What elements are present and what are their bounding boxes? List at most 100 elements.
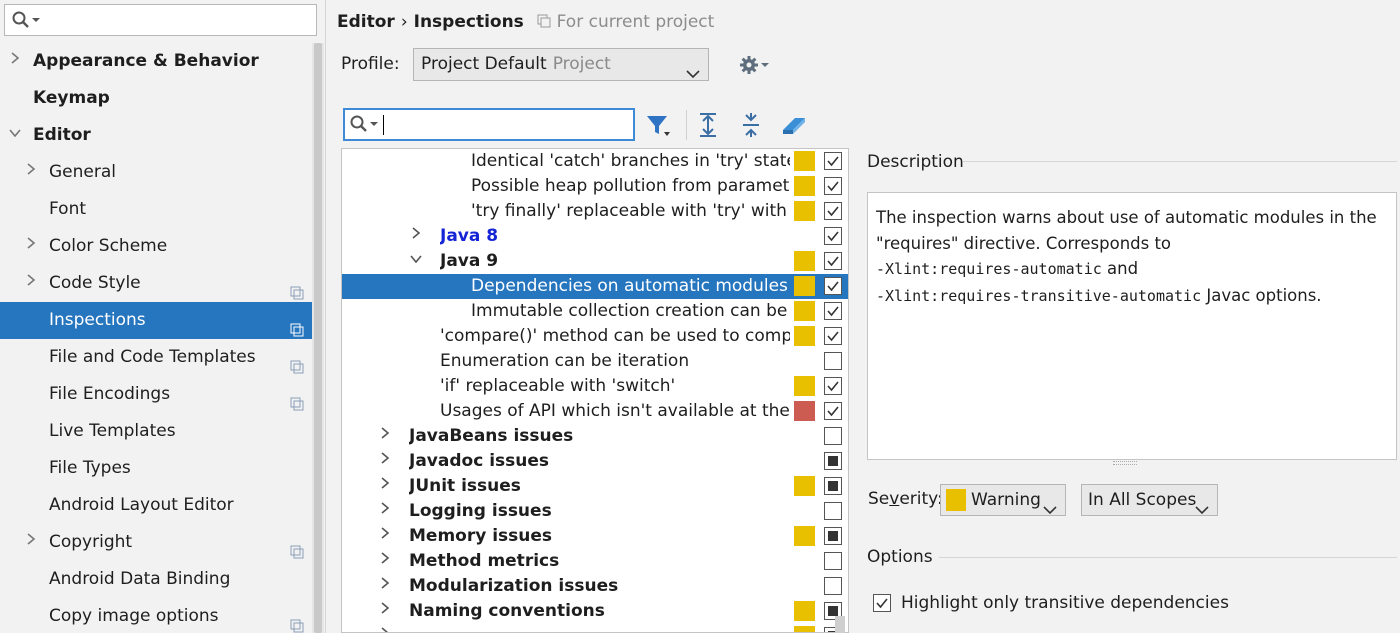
chevron-right-icon[interactable] [24, 228, 38, 265]
profile-value: Project Default [421, 54, 547, 74]
sidebar-item-file-encodings[interactable]: File Encodings [0, 376, 312, 413]
search-icon [350, 115, 380, 140]
sidebar-item-android-data-binding[interactable]: Android Data Binding [0, 561, 312, 598]
settings-search-input[interactable] [4, 4, 317, 36]
chevron-right-icon[interactable] [378, 599, 392, 624]
sidebar-item-android-layout-editor[interactable]: Android Layout Editor [0, 487, 312, 524]
tree-group-row[interactable]: Modularization issues [342, 574, 848, 599]
chevron-right-icon[interactable] [24, 524, 38, 561]
tree-inspection-row[interactable]: Immutable collection creation can be rep [342, 299, 848, 324]
chevron-down-icon[interactable] [8, 117, 22, 154]
breadcrumb-current: Inspections [413, 12, 524, 32]
sidebar-item-keymap[interactable]: Keymap [0, 80, 312, 117]
tree-row-label: Method metrics [409, 551, 560, 571]
chevron-right-icon[interactable] [378, 474, 392, 499]
description-text-1: The inspection warns about use of automa… [876, 208, 1377, 253]
tree-row-label: 'if' replaceable with 'switch' [440, 376, 676, 396]
sidebar-item-appearance-behavior[interactable]: Appearance & Behavior [0, 43, 312, 80]
sidebar-item-editor[interactable]: Editor [0, 117, 312, 154]
transitive-checkbox-label: Highlight only transitive dependencies [901, 593, 1229, 613]
tree-row-label: Dependencies on automatic modules [471, 276, 788, 296]
chevron-right-icon[interactable] [8, 43, 22, 80]
sidebar-scroll-thumb[interactable] [314, 43, 322, 633]
severity-swatch [794, 526, 815, 546]
sidebar-item-font[interactable]: Font [0, 191, 312, 228]
project-scope-note: For current project [537, 12, 714, 32]
severity-swatch [794, 601, 815, 621]
tree-group-row[interactable] [342, 624, 848, 632]
chevron-down-icon[interactable] [409, 249, 423, 274]
tree-inspection-row[interactable]: Possible heap pollution from parameteri [342, 174, 848, 199]
tree-group-row[interactable]: JavaBeans issues [342, 424, 848, 449]
tree-inspection-row[interactable]: Enumeration can be iteration [342, 349, 848, 374]
tree-inspection-row[interactable]: 'compare()' method can be used to compar… [342, 324, 848, 349]
sidebar-item-label: Copyright [49, 532, 133, 552]
chevron-right-icon[interactable] [378, 424, 392, 449]
severity-swatch [794, 301, 815, 321]
sidebar-item-label: Font [49, 199, 87, 219]
tree-group-row[interactable]: Naming conventions [342, 599, 848, 624]
chevron-right-icon[interactable] [24, 154, 38, 191]
search-icon [12, 11, 42, 36]
gear-icon[interactable] [739, 54, 771, 81]
sidebar-scrollbar[interactable] [312, 43, 324, 633]
chevron-right-icon[interactable] [378, 449, 392, 474]
profile-sub: Project [552, 54, 611, 74]
tree-group-row[interactable]: Memory issues [342, 524, 848, 549]
chevron-down-icon [686, 59, 700, 90]
description-divider [963, 161, 1397, 162]
sidebar-item-code-style[interactable]: Code Style [0, 265, 312, 302]
chevron-right-icon[interactable] [378, 574, 392, 599]
tree-group-row[interactable]: Method metrics [342, 549, 848, 574]
tree-inspection-row[interactable]: Dependencies on automatic modules [342, 274, 848, 299]
severity-swatch [794, 326, 815, 346]
sidebar-item-general[interactable]: General [0, 154, 312, 191]
tree-row-label: JUnit issues [409, 476, 521, 496]
tree-scroll-thumb[interactable] [835, 616, 845, 633]
splitter-handle[interactable] [1113, 461, 1137, 465]
scope-dropdown[interactable]: In All Scopes [1081, 484, 1218, 516]
text-caret [383, 115, 384, 135]
description-text-3: Javac options. [1206, 285, 1322, 305]
tree-group-row[interactable]: Logging issues [342, 499, 848, 524]
collapse-all-icon[interactable] [739, 112, 765, 138]
profile-label: Profile: [341, 54, 400, 74]
sidebar-item-color-scheme[interactable]: Color Scheme [0, 228, 312, 265]
profile-dropdown[interactable]: Project Default Project [413, 48, 709, 81]
tree-group-row[interactable]: Java 8 [342, 224, 848, 249]
severity-value: Warning [971, 490, 1041, 510]
sidebar-item-copyright[interactable]: Copyright [0, 524, 312, 561]
reset-eraser-icon[interactable] [781, 112, 807, 138]
tree-inspection-row[interactable]: 'if' replaceable with 'switch' [342, 374, 848, 399]
sidebar-item-live-templates[interactable]: Live Templates [0, 413, 312, 450]
sidebar-item-inspections[interactable]: Inspections [0, 302, 312, 339]
tree-inspection-row[interactable]: Usages of API which isn't available at t… [342, 399, 848, 424]
chevron-right-icon[interactable] [378, 524, 392, 549]
tree-group-row[interactable]: Javadoc issues [342, 449, 848, 474]
tree-row-label: Naming conventions [409, 601, 605, 621]
chevron-right-icon[interactable] [378, 499, 392, 524]
chevron-right-icon[interactable] [24, 265, 38, 302]
sidebar-item-copy-image-options[interactable]: Copy image options [0, 598, 312, 633]
tree-row-label: Java 9 [440, 251, 499, 271]
sidebar-item-file-types[interactable]: File Types [0, 450, 312, 487]
tree-scrollbar[interactable] [833, 148, 849, 633]
chevron-right-icon[interactable] [409, 224, 423, 249]
inspection-search-input[interactable] [343, 108, 635, 141]
sidebar-item-label: Editor [33, 125, 91, 145]
severity-swatch [794, 201, 815, 221]
sidebar-item-label: Inspections [49, 310, 146, 330]
breadcrumb-separator: › [400, 12, 408, 32]
chevron-right-icon[interactable] [378, 624, 392, 632]
expand-all-icon[interactable] [696, 112, 722, 138]
tree-row-label: 'compare()' method can be used to compar… [440, 326, 790, 346]
tree-inspection-row[interactable]: 'try finally' replaceable with 'try' wit… [342, 199, 848, 224]
tree-group-row[interactable]: Java 9 [342, 249, 848, 274]
sidebar-item-file-and-code-templates[interactable]: File and Code Templates [0, 339, 312, 376]
filter-icon[interactable] [645, 112, 671, 138]
tree-group-row[interactable]: JUnit issues [342, 474, 848, 499]
transitive-checkbox[interactable] [873, 594, 891, 612]
chevron-right-icon[interactable] [378, 549, 392, 574]
severity-dropdown[interactable]: Warning [940, 484, 1066, 516]
tree-inspection-row[interactable]: Identical 'catch' branches in 'try' stat… [342, 149, 848, 174]
